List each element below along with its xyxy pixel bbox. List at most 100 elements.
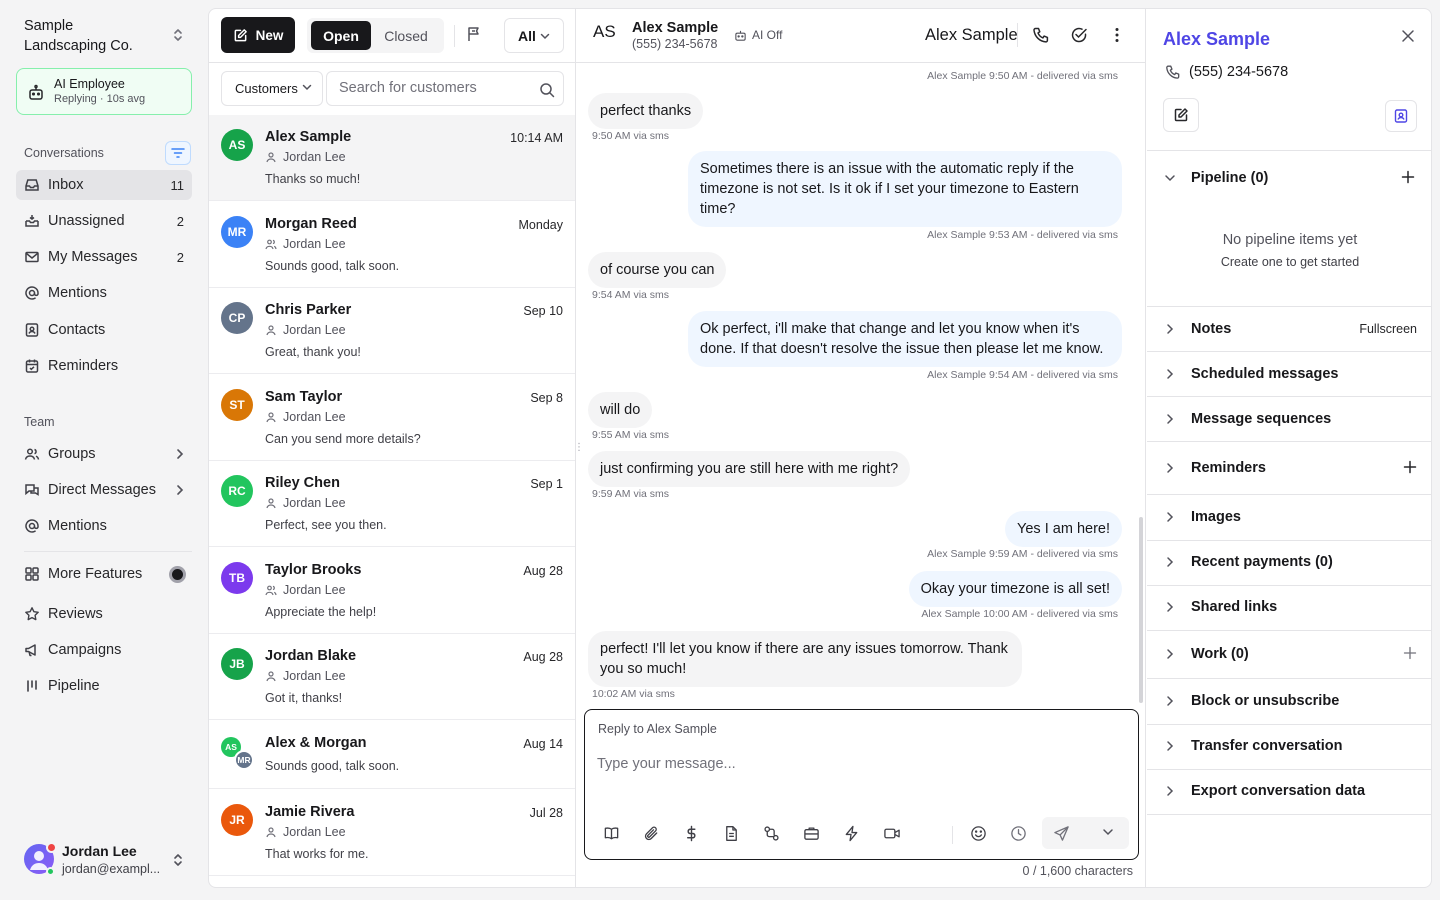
ai-toggle[interactable]: AI Off bbox=[734, 28, 782, 42]
section-notes[interactable]: Notes Fullscreen bbox=[1147, 308, 1431, 352]
conversation-item[interactable]: TB Taylor Brooks Aug 28 Jordan Lee Appre… bbox=[209, 548, 575, 634]
sidebar-item-campaigns[interactable]: Campaigns bbox=[16, 635, 192, 665]
check-circle-icon[interactable] bbox=[1070, 26, 1088, 44]
fullscreen-button[interactable]: Fullscreen bbox=[1359, 322, 1417, 336]
workflow-icon[interactable] bbox=[763, 825, 780, 842]
sidebar-item-more-features[interactable]: More Features bbox=[16, 559, 192, 589]
chevron-right-icon bbox=[1164, 695, 1176, 707]
section-shared-links[interactable]: Shared links bbox=[1147, 586, 1431, 630]
search-input[interactable] bbox=[339, 80, 529, 96]
sidebar-item-reminders[interactable]: Reminders bbox=[16, 351, 192, 381]
conversation-snippet: Sounds good, talk soon. bbox=[265, 259, 400, 273]
paperclip-icon[interactable] bbox=[643, 825, 660, 842]
sidebar-item-inbox[interactable]: Inbox 11 bbox=[16, 170, 192, 200]
edit-contact-button[interactable] bbox=[1163, 98, 1199, 132]
dollar-icon[interactable] bbox=[683, 825, 700, 842]
section-block-unsubscribe[interactable]: Block or unsubscribe bbox=[1147, 680, 1431, 724]
chevron-right-icon bbox=[1164, 323, 1176, 335]
chevron-down-icon[interactable] bbox=[1102, 827, 1114, 837]
divider bbox=[1147, 351, 1431, 352]
conversation-snippet: Perfect, see you then. bbox=[265, 518, 387, 532]
sidebar-item-my-messages[interactable]: My Messages 2 bbox=[16, 242, 192, 272]
conversation-item[interactable]: AS Alex Sample 10:14 AM Jordan Lee Thank… bbox=[209, 115, 575, 201]
filter-button[interactable] bbox=[165, 141, 191, 165]
conversation-assignee: Jordan Lee bbox=[265, 410, 346, 424]
sidebar-item-count: 11 bbox=[170, 177, 185, 193]
section-transfer-conversation[interactable]: Transfer conversation bbox=[1147, 725, 1431, 769]
users-icon bbox=[24, 446, 40, 462]
section-reminders[interactable]: Reminders bbox=[1147, 447, 1431, 491]
tab-open[interactable]: Open bbox=[311, 21, 371, 50]
status-filter-dropdown[interactable]: All bbox=[504, 18, 564, 53]
message-meta: Alex Sample 9:50 AM - delivered via sms bbox=[927, 70, 1118, 82]
conversation-item[interactable]: AS MR Alex & Morgan Aug 14 Sounds good, … bbox=[209, 721, 575, 789]
conversation-assignee: Jordan Lee bbox=[265, 237, 346, 251]
team-section-label: Team bbox=[24, 415, 55, 429]
section-work[interactable]: Work (0) bbox=[1147, 633, 1431, 677]
resize-handle-icon[interactable]: ⋮ bbox=[574, 442, 584, 456]
user-name: Jordan Lee bbox=[62, 843, 137, 859]
plus-icon[interactable] bbox=[1403, 460, 1417, 474]
message-input[interactable] bbox=[597, 756, 1117, 796]
scrollbar[interactable] bbox=[1139, 517, 1143, 703]
more-vertical-icon[interactable] bbox=[1108, 26, 1126, 44]
chat-contact-name[interactable]: Alex Sample bbox=[632, 20, 718, 36]
assignee-name: Jordan Lee bbox=[283, 323, 346, 337]
sidebar-item-pipeline[interactable]: Pipeline bbox=[16, 671, 192, 701]
phone-icon[interactable] bbox=[1032, 26, 1050, 44]
reply-to-label: Reply to Alex Sample bbox=[598, 722, 717, 736]
clock-icon[interactable] bbox=[1010, 825, 1027, 842]
ai-employee-card[interactable]: AI Employee Replying · 10s avg bbox=[16, 68, 192, 115]
document-icon[interactable] bbox=[723, 825, 740, 842]
plus-icon[interactable] bbox=[1401, 170, 1415, 184]
search-icon[interactable] bbox=[539, 82, 555, 98]
conversation-name: Alex Sample bbox=[265, 129, 352, 145]
sidebar-item-mentions[interactable]: Mentions bbox=[16, 278, 192, 308]
tab-closed[interactable]: Closed bbox=[371, 21, 441, 50]
sidebar-item-team-mentions[interactable]: Mentions bbox=[16, 511, 192, 541]
conversation-item[interactable]: JB Jordan Blake Aug 28 Jordan Lee Got it… bbox=[209, 634, 575, 720]
new-conversation-button[interactable]: New bbox=[221, 17, 295, 53]
section-label: Message sequences bbox=[1191, 411, 1332, 427]
inbox-in-icon bbox=[24, 213, 40, 229]
user-menu[interactable]: Jordan Lee jordan@exampl... bbox=[24, 842, 192, 878]
sidebar-item-label: Direct Messages bbox=[48, 482, 156, 498]
avatar: JR bbox=[221, 804, 253, 836]
sidebar-item-direct-messages[interactable]: Direct Messages bbox=[16, 475, 192, 505]
character-count: 0 / 1,600 characters bbox=[1022, 864, 1133, 878]
message-meta: Alex Sample 9:59 AM - delivered via sms bbox=[927, 548, 1118, 560]
section-scheduled-messages[interactable]: Scheduled messages bbox=[1147, 353, 1431, 397]
plus-icon[interactable] bbox=[1403, 646, 1417, 660]
briefcase-icon[interactable] bbox=[803, 825, 820, 842]
section-images[interactable]: Images bbox=[1147, 496, 1431, 540]
sidebar-item-unassigned[interactable]: Unassigned 2 bbox=[16, 206, 192, 236]
avatar: MR bbox=[221, 216, 253, 248]
workspace-switcher[interactable]: Sample Landscaping Co. bbox=[24, 16, 192, 58]
sidebar-item-label: Groups bbox=[48, 446, 96, 462]
sidebar-item-reviews[interactable]: Reviews bbox=[16, 599, 192, 629]
section-message-sequences[interactable]: Message sequences bbox=[1147, 398, 1431, 442]
section-pipeline[interactable]: Pipeline (0) bbox=[1147, 157, 1431, 201]
video-icon[interactable] bbox=[883, 825, 901, 842]
lightning-icon[interactable] bbox=[843, 825, 860, 842]
sidebar-item-groups[interactable]: Groups bbox=[16, 439, 192, 469]
conversation-item[interactable]: RC Riley Chen Sep 1 Jordan Lee Perfect, … bbox=[209, 461, 575, 547]
book-icon[interactable] bbox=[603, 825, 620, 842]
customers-dropdown-value: Customers bbox=[235, 81, 298, 96]
conversation-assignee: Jordan Lee bbox=[265, 583, 346, 597]
divider bbox=[24, 551, 192, 552]
assignee-name: Jordan Lee bbox=[283, 150, 346, 164]
close-icon[interactable] bbox=[1401, 29, 1415, 43]
send-icon[interactable] bbox=[1053, 825, 1070, 842]
conversation-item[interactable]: CP Chris Parker Sep 10 Jordan Lee Great,… bbox=[209, 288, 575, 374]
conversation-item[interactable]: MR Morgan Reed Monday Jordan Lee Sounds … bbox=[209, 202, 575, 288]
conversation-item[interactable]: JR Jamie Rivera Jul 28 Jordan Lee That w… bbox=[209, 790, 575, 876]
flag-icon[interactable] bbox=[465, 25, 483, 43]
customers-dropdown[interactable]: Customers bbox=[221, 71, 323, 106]
emoji-icon[interactable] bbox=[970, 825, 987, 842]
sidebar-item-contacts[interactable]: Contacts bbox=[16, 315, 192, 345]
view-contact-button[interactable] bbox=[1385, 100, 1417, 132]
section-export-conversation[interactable]: Export conversation data bbox=[1147, 770, 1431, 814]
conversation-item[interactable]: ST Sam Taylor Sep 8 Jordan Lee Can you s… bbox=[209, 375, 575, 461]
section-recent-payments[interactable]: Recent payments (0) bbox=[1147, 541, 1431, 585]
